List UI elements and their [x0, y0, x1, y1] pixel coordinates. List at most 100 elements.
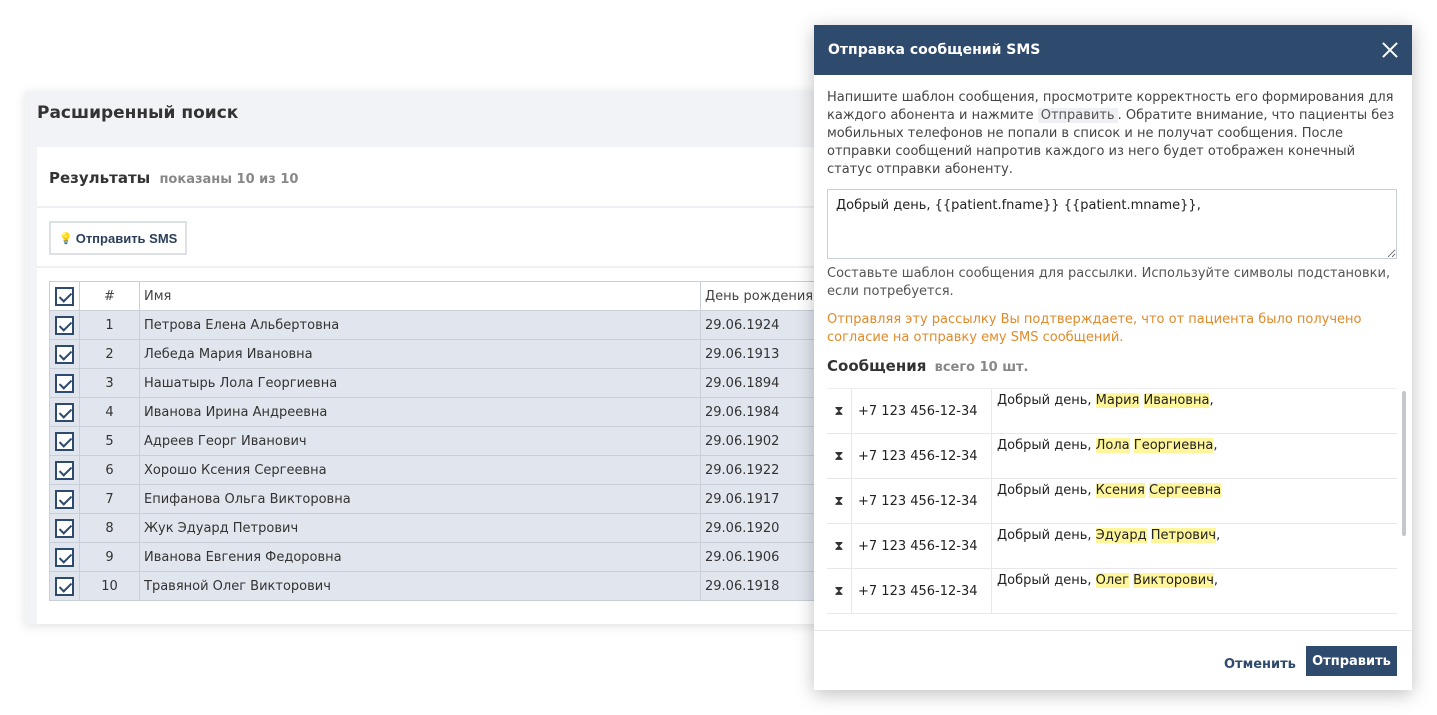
sms-dialog: Отправка сообщений SMS Напишите шаблон с… [814, 25, 1412, 690]
select-all-checkbox[interactable] [55, 286, 74, 306]
page-title: Расширенный поиск [37, 103, 239, 123]
template-input[interactable]: Добрый день, {{patient.fname}} {{patient… [827, 189, 1397, 259]
table-row[interactable]: 10 Травяной Олег Викторович 29.06.1918 [49, 571, 855, 601]
results-title: Результаты [49, 169, 151, 187]
row-select-cell[interactable] [49, 571, 80, 601]
dialog-title: Отправка сообщений SMS [828, 42, 1041, 58]
message-fname: Ксения [1095, 483, 1145, 498]
row-checkbox[interactable] [55, 373, 74, 393]
divider [37, 266, 855, 268]
row-name: Петрова Елена Альбертовна [139, 310, 701, 340]
row-checkbox[interactable] [55, 344, 74, 364]
advanced-search-panel: Расширенный поиск Результаты показаны 10… [25, 91, 855, 624]
row-select-cell[interactable] [49, 513, 80, 543]
row-checkbox[interactable] [55, 460, 74, 480]
message-text: Добрый день, Ксения Сергеевна [992, 479, 1397, 523]
message-text: Добрый день, Эдуард Петрович, [992, 524, 1397, 568]
row-checkbox[interactable] [55, 547, 74, 567]
table-row[interactable]: 3 Нашатырь Лола Георгиевна 29.06.1894 [49, 368, 855, 398]
hourglass-icon: ⧗ [827, 479, 852, 523]
message-prefix: Добрый день, [997, 393, 1096, 408]
table-row[interactable]: 6 Хорошо Ксения Сергеевна 29.06.1922 [49, 455, 855, 485]
message-mname: Викторович [1133, 573, 1214, 588]
message-suffix: , [1209, 393, 1214, 408]
message-phone: +7 123 456-12-34 [852, 524, 992, 568]
message-phone: +7 123 456-12-34 [852, 479, 992, 523]
row-number: 6 [79, 455, 140, 485]
row-select-cell[interactable] [49, 455, 80, 485]
column-header-num[interactable]: # [79, 281, 140, 311]
row-checkbox[interactable] [55, 402, 74, 422]
column-header-name[interactable]: Имя [139, 281, 701, 311]
row-checkbox[interactable] [55, 489, 74, 509]
messages-scrollbar[interactable] [1402, 391, 1406, 536]
hourglass-icon: ⧗ [827, 569, 852, 613]
row-number: 1 [79, 310, 140, 340]
row-number: 4 [79, 397, 140, 427]
send-sms-label: Отправить SMS [75, 230, 178, 246]
message-suffix: , [1213, 573, 1219, 588]
message-text: Добрый день, Олег Викторович, [992, 569, 1397, 613]
close-icon[interactable] [1382, 42, 1398, 58]
message-row: ⧗ +7 123 456-12-34 Добрый день, Мария Иван… [827, 389, 1397, 434]
table-row[interactable]: 8 Жук Эдуард Петрович 29.06.1920 [49, 513, 855, 543]
message-row: ⧗ +7 123 456-12-34 Добрый день, Олег Викто… [827, 569, 1397, 614]
row-name: Хорошо Ксения Сергеевна [139, 455, 701, 485]
row-checkbox[interactable] [55, 431, 74, 451]
row-select-cell[interactable] [49, 397, 80, 427]
row-number: 3 [79, 368, 140, 398]
message-mname: Георгиевна [1133, 438, 1214, 453]
messages-header: Сообщения всего 10 шт. [827, 357, 1029, 375]
row-checkbox[interactable] [55, 518, 74, 538]
message-row: ⧗ +7 123 456-12-34 Добрый день, Эдуард Пет… [827, 524, 1397, 569]
message-phone: +7 123 456-12-34 [852, 389, 992, 433]
hourglass-icon: ⧗ [827, 434, 852, 478]
messages-list[interactable]: ⧗ +7 123 456-12-34 Добрый день, Мария Иван… [827, 388, 1397, 614]
message-suffix: , [1213, 438, 1218, 453]
send-button[interactable]: Отправить [1306, 646, 1397, 676]
row-select-cell[interactable] [49, 310, 80, 340]
table-row[interactable]: 7 Епифанова Ольга Викторовна 29.06.1917 [49, 484, 855, 514]
row-select-cell[interactable] [49, 426, 80, 456]
row-name: Адреев Георг Иванович [139, 426, 701, 456]
results-card: Результаты показаны 10 из 10 💡 Отправить… [37, 147, 855, 624]
row-number: 8 [79, 513, 140, 543]
message-fname: Эдуард [1095, 528, 1147, 543]
row-number: 10 [79, 571, 140, 601]
row-number: 7 [79, 484, 140, 514]
row-checkbox[interactable] [55, 315, 74, 335]
row-name: Лебеда Мария Ивановна [139, 339, 701, 369]
row-select-cell[interactable] [49, 542, 80, 572]
row-name: Жук Эдуард Петрович [139, 513, 701, 543]
table-row[interactable]: 4 Иванова Ирина Андреевна 29.06.1984 [49, 397, 855, 427]
row-name: Травяной Олег Викторович [139, 571, 701, 601]
message-row: ⧗ +7 123 456-12-34 Добрый день, Ксения Сер… [827, 479, 1397, 524]
message-suffix: , [1216, 528, 1221, 543]
message-prefix: Добрый день, [997, 438, 1096, 453]
send-sms-button[interactable]: 💡 Отправить SMS [49, 221, 188, 255]
row-select-cell[interactable] [49, 484, 80, 514]
row-number: 9 [79, 542, 140, 572]
cancel-button[interactable]: Отменить [1224, 657, 1296, 672]
message-fname: Мария [1095, 393, 1140, 408]
bulb-icon: 💡 [59, 232, 73, 245]
messages-title: Сообщения [827, 357, 927, 375]
dialog-header: Отправка сообщений SMS [814, 25, 1412, 75]
results-table: # Имя День рождения 1 Петрова Елена Альбе… [49, 281, 855, 601]
row-name: Иванова Ирина Андреевна [139, 397, 701, 427]
table-row[interactable]: 5 Адреев Георг Иванович 29.06.1902 [49, 426, 855, 456]
row-checkbox[interactable] [55, 576, 74, 596]
row-select-cell[interactable] [49, 339, 80, 369]
table-row[interactable]: 2 Лебеда Мария Ивановна 29.06.1913 [49, 339, 855, 369]
row-select-cell[interactable] [49, 368, 80, 398]
table-row[interactable]: 1 Петрова Елена Альбертовна 29.06.1924 [49, 310, 855, 340]
intro-send-keyword: Отправить [1037, 108, 1118, 123]
message-prefix: Добрый день, [997, 573, 1096, 588]
hourglass-icon: ⧗ [827, 389, 852, 433]
row-name: Иванова Евгения Федоровна [139, 542, 701, 572]
table-row[interactable]: 9 Иванова Евгения Федоровна 29.06.1906 [49, 542, 855, 572]
row-number: 5 [79, 426, 140, 456]
message-phone: +7 123 456-12-34 [852, 434, 992, 478]
select-all-cell[interactable] [49, 281, 80, 311]
message-prefix: Добрый день, [997, 528, 1096, 543]
